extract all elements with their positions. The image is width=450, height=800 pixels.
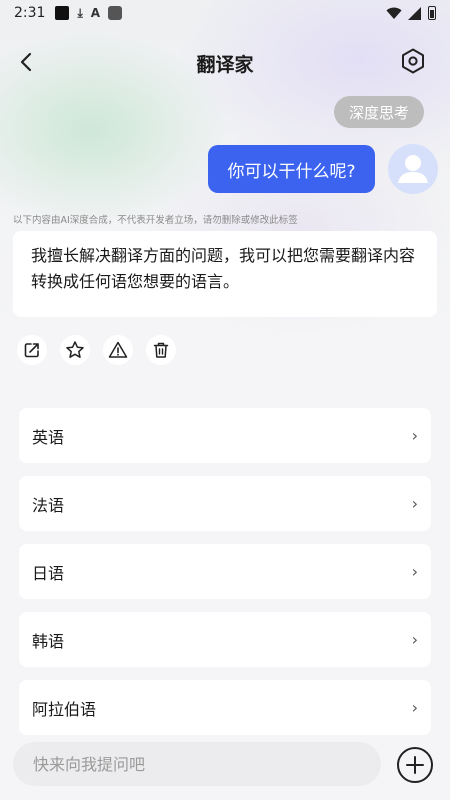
option-label: 韩语 [32, 631, 65, 651]
question-input-container [13, 742, 381, 786]
option-label: 法语 [32, 495, 65, 515]
signal-icon [408, 6, 421, 20]
message-actions [17, 335, 176, 365]
option-label: 日语 [32, 563, 65, 583]
header: 翻译家 [0, 38, 450, 88]
avatar [388, 144, 438, 194]
a-icon: A [90, 6, 101, 20]
warning-icon [108, 341, 128, 358]
option-label: 阿拉伯语 [32, 699, 97, 719]
user-icon [398, 155, 428, 183]
status-time: 2:31 [14, 5, 46, 21]
status-bar: 2:31 ⤓ A [0, 0, 450, 26]
status-right [386, 6, 436, 20]
option-arabic[interactable]: 阿拉伯语 › [19, 680, 431, 735]
wifi-icon [386, 7, 402, 19]
battery-icon [428, 6, 436, 20]
option-french[interactable]: 法语 › [19, 476, 431, 531]
notification-app-icon [55, 6, 70, 20]
chevron-right-icon: › [411, 562, 418, 581]
chevron-right-icon: › [411, 494, 418, 513]
plus-circle-icon [397, 747, 433, 783]
trash-icon [153, 342, 169, 358]
delete-button[interactable] [146, 335, 176, 365]
option-japanese[interactable]: 日语 › [19, 544, 431, 599]
deep-think-button[interactable]: 深度思考 [334, 96, 424, 128]
settings-button[interactable] [398, 46, 428, 76]
user-message-bubble: 你可以干什么呢? [208, 145, 375, 193]
chevron-right-icon: › [411, 630, 418, 649]
chevron-right-icon: › [411, 426, 418, 445]
hexagon-settings-icon [402, 48, 424, 74]
chevron-right-icon: › [411, 698, 418, 717]
favorite-button[interactable] [60, 335, 90, 365]
page-title: 翻译家 [196, 54, 254, 76]
star-icon [66, 341, 84, 358]
option-english[interactable]: 英语 › [19, 408, 431, 463]
language-options: 英语 › 法语 › 日语 › 韩语 › 阿拉伯语 › [19, 408, 431, 748]
ai-message-text: 我擅长解决翻译方面的问题，我可以把您需要翻译内容转换成任何语您想要的语言。 [31, 246, 416, 291]
question-input[interactable] [33, 754, 361, 774]
ai-message-card: 我擅长解决翻译方面的问题，我可以把您需要翻译内容转换成任何语您想要的语言。 [13, 231, 437, 317]
ai-disclaimer: 以下内容由AI深度合成，不代表开发者立场，请勿删除或修改此标签 [13, 215, 298, 226]
notification-square-icon [108, 6, 123, 20]
option-korean[interactable]: 韩语 › [19, 612, 431, 667]
share-button[interactable] [17, 335, 47, 365]
option-label: 英语 [32, 427, 65, 447]
share-icon [24, 343, 39, 358]
add-button[interactable] [396, 746, 434, 784]
report-button[interactable] [103, 335, 133, 365]
download-icon: ⤓ [77, 5, 83, 20]
